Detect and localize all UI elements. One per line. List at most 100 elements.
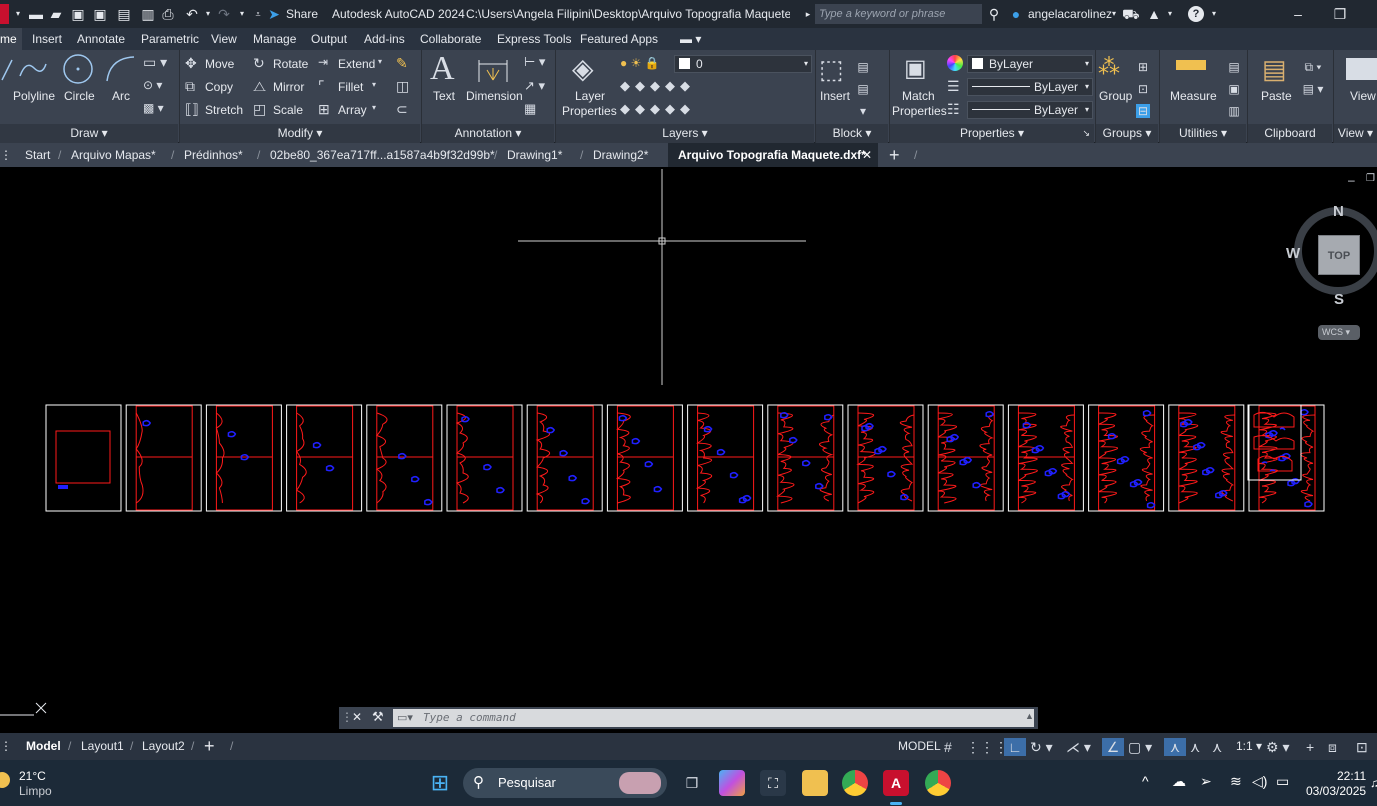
cart-icon[interactable]: ⛟ [1122,6,1140,22]
print-icon[interactable]: ⎙ [160,6,176,22]
file-tab-drawing1[interactable]: Drawing1* [507,143,562,167]
clock-time[interactable]: 22:11 [1337,769,1366,783]
grid-icon[interactable]: # [944,738,952,756]
polar-icon[interactable]: ↻ ▾ [1030,738,1053,756]
layer-dropdown[interactable]: 0 ▾ [674,55,812,73]
group-label[interactable]: Group [1099,89,1132,103]
paste-icon[interactable]: ▤ [1262,54,1287,85]
redo-dropdown-icon[interactable]: ▾ [234,6,250,22]
tab-output[interactable]: Output [311,28,347,50]
undo-dropdown-icon[interactable]: ▾ [200,6,216,22]
username[interactable]: angelacarolinez [1028,0,1112,28]
command-history-icon[interactable]: ▲ [1025,711,1034,721]
volume-icon[interactable]: ◁) [1252,773,1267,790]
insert-block-icon[interactable]: ⬚ [819,54,844,85]
match-properties-label-2[interactable]: Properties [892,104,947,118]
mirror-icon[interactable]: ⧍ [253,78,266,95]
close-tab-icon[interactable]: ✕ [862,143,872,167]
gradient-icon[interactable]: ▩ ▾ [143,101,164,115]
model-space-button[interactable]: MODEL [898,733,941,760]
restore-icon[interactable]: ❐ [1332,6,1348,22]
new-layout-icon[interactable]: + [204,733,215,760]
measure-label[interactable]: Measure [1170,89,1217,103]
arc-icon[interactable] [104,54,136,84]
transparency-icon[interactable]: ☷ [947,101,960,118]
modify-panel-title[interactable]: Modify ▾ [180,124,420,143]
viewcube[interactable]: TOP N S W [1286,203,1377,308]
view-icon[interactable] [1346,58,1377,80]
tab-layout2[interactable]: Layout2 [142,733,185,760]
ribbon-display-toggle-icon[interactable]: ▬ ▾ [680,28,701,50]
multileader-icon[interactable]: ↗ ▾ [524,78,545,94]
file-tab-02be80[interactable]: 02be80_367ea717ff...a1587a4b9f32d99b* [270,143,495,167]
measure-icon[interactable] [1176,60,1206,70]
hatch-icon[interactable]: ⊙ ▾ [143,78,162,92]
extend-icon[interactable]: ⇥ [318,55,328,69]
command-input[interactable]: Type a command [393,709,1034,727]
view-panel-title[interactable]: View ▾ [1334,124,1377,143]
lineweight-icon[interactable]: ☰ [947,78,960,95]
minimize-icon[interactable]: – [1290,6,1306,22]
fillet-dropdown-icon[interactable]: ▾ [372,80,376,89]
user-dropdown-icon[interactable]: ▾ [1106,6,1122,22]
object-snap-icon[interactable]: ▢ ▾ [1128,738,1152,756]
plot-icon[interactable]: ▥ [140,6,156,22]
help-search-input[interactable]: Type a keyword or phrase [815,4,982,24]
tab-insert[interactable]: Insert [32,28,62,50]
tab-annotate[interactable]: Annotate [77,28,125,50]
new-tab-icon[interactable]: + [889,143,900,167]
chrome-icon[interactable] [842,770,868,796]
help-dropdown-icon[interactable]: ▾ [1206,6,1222,22]
tab-featured-apps[interactable]: Featured Apps [580,28,658,50]
text-label[interactable]: Text [433,89,455,103]
clock-date[interactable]: 03/03/2025 [1306,784,1366,798]
text-icon[interactable]: A [430,50,455,88]
explode-icon[interactable]: ◫ [396,78,409,95]
tab-express-tools[interactable]: Express Tools [497,28,571,50]
viewcube-south[interactable]: S [1334,291,1344,308]
wcs-menu[interactable]: WCS ▾ [1318,325,1360,340]
file-tab-drawing2[interactable]: Drawing2* [593,143,648,167]
tab-manage[interactable]: Manage [253,28,296,50]
app-menu-chevron-icon[interactable]: ▾ [10,6,26,22]
taskbar-search-box[interactable]: ⚲ Pesquisar [463,768,667,798]
weather-moon-icon[interactable] [0,772,10,788]
location-icon[interactable]: ➢ [1200,773,1212,790]
properties-panel-title[interactable]: Properties ▾ ↘ [890,124,1094,143]
groups-panel-title[interactable]: Groups ▾ [1096,124,1158,143]
command-customize-icon[interactable]: ⚒ [372,709,384,725]
onedrive-icon[interactable]: ☁ [1172,773,1186,790]
dimension-label[interactable]: Dimension [466,89,523,103]
insert-label[interactable]: Insert [820,89,850,103]
file-tab-arquivo-mapas[interactable]: Arquivo Mapas* [71,143,156,167]
arc-label[interactable]: Arc [112,89,130,103]
weather-temp[interactable]: 21°C [19,769,46,783]
circle-label[interactable]: Circle [64,89,95,103]
group-icon[interactable]: ⁂ [1098,54,1120,80]
scale-icon[interactable]: ◰ [253,101,266,118]
layer-state-icons[interactable]: ● ☀ 🔒 [620,56,660,70]
clipboard-panel-title[interactable]: Clipboard [1248,124,1332,143]
offset-icon[interactable]: ⊂ [396,101,408,118]
tab-model[interactable]: Model [26,733,61,760]
stretch-label[interactable]: Stretch [205,103,243,117]
mirror-label[interactable]: Mirror [273,80,304,94]
tab-add-ins[interactable]: Add-ins [364,28,405,50]
layer-properties-label-1[interactable]: Layer [575,89,605,103]
copy-label[interactable]: Copy [205,80,233,94]
annotation-scale-icon[interactable]: ⋏ [1212,738,1222,756]
command-prompt-icon[interactable]: ▭▾ [397,711,413,724]
copy-clip-icon[interactable]: ⧉ ▾ ▤ ▾ [1300,56,1326,100]
isolate-objects-icon[interactable]: ⧈ [1328,738,1337,756]
annotation-panel-title[interactable]: Annotation ▾ [422,124,554,143]
share-icon[interactable]: ➤ [266,6,282,22]
utilities-tools-icons[interactable]: ▤ ▣ ▥ [1226,56,1242,122]
add-icon[interactable]: + [1306,738,1314,756]
scale-label[interactable]: Scale [273,103,303,117]
fillet-icon[interactable]: ⌜ [318,78,325,95]
task-view-icon[interactable]: ❐ [679,770,705,796]
leader-icon[interactable]: ⊢ ▾ [524,54,545,70]
weather-condition[interactable]: Limpo [19,784,52,798]
ortho-icon[interactable]: ∟ [1004,738,1026,756]
array-dropdown-icon[interactable]: ▾ [372,103,376,112]
